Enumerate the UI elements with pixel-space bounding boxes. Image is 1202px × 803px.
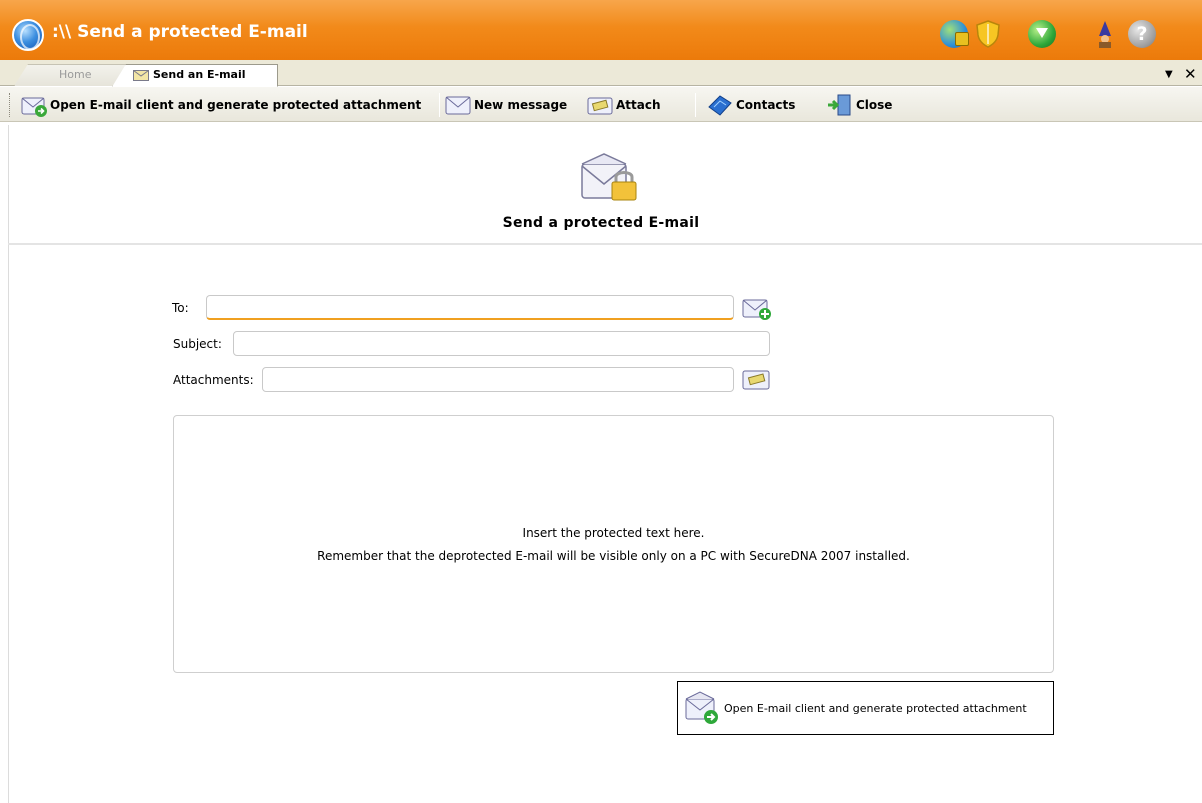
- new-message-button[interactable]: New message: [444, 91, 567, 119]
- contacts-book-icon: [708, 95, 732, 116]
- tab-send-email-label: Send an E-mail: [153, 68, 246, 81]
- tab-send-email[interactable]: Send an E-mail: [112, 64, 278, 87]
- title-bar: :\\ Send a protected E-mail ?: [0, 0, 1202, 60]
- envelope-icon: [445, 96, 471, 115]
- wizard-icon[interactable]: [1094, 20, 1116, 48]
- envelope-send-icon: [21, 97, 47, 117]
- toolbar-grip[interactable]: [9, 93, 12, 117]
- download-icon[interactable]: [1028, 20, 1056, 48]
- header-divider: [8, 243, 1202, 245]
- app-logo-icon: [12, 19, 44, 51]
- open-email-client-button[interactable]: Open E-mail client and generate protecte…: [20, 91, 421, 119]
- to-label: To:: [172, 301, 189, 315]
- attachments-label: Attachments:: [173, 373, 254, 387]
- page-title: Send a protected E-mail: [502, 215, 700, 231]
- shield-icon[interactable]: [975, 20, 1001, 48]
- subject-field[interactable]: [233, 331, 770, 356]
- add-contact-icon[interactable]: [741, 294, 773, 322]
- envelope-lock-icon: [581, 153, 637, 201]
- exit-door-icon: [828, 94, 851, 116]
- generate-protected-attachment-button[interactable]: Open E-mail client and generate protecte…: [677, 681, 1054, 735]
- attach-file-icon[interactable]: [741, 365, 773, 393]
- globe-lock-icon[interactable]: [940, 20, 969, 48]
- envelope-attach-icon: [587, 97, 613, 115]
- help-icon[interactable]: ?: [1128, 20, 1156, 48]
- tab-close-icon[interactable]: ✕: [1184, 65, 1197, 83]
- attachments-field[interactable]: [262, 367, 734, 392]
- contacts-button[interactable]: Contacts: [706, 91, 795, 119]
- editor-hint-line-1: Insert the protected text here.: [522, 526, 705, 540]
- to-field[interactable]: [206, 295, 734, 320]
- tab-home[interactable]: Home: [14, 64, 126, 86]
- window-title: :\\ Send a protected E-mail: [52, 22, 308, 42]
- attach-button[interactable]: Attach: [586, 91, 661, 119]
- tab-menu-icon[interactable]: ▼: [1165, 69, 1173, 80]
- subject-label: Subject:: [173, 337, 222, 351]
- close-button[interactable]: Close: [826, 91, 892, 119]
- editor-hint-line-2: Remember that the deprotected E-mail wil…: [317, 549, 910, 563]
- toolbar-separator: [439, 93, 440, 117]
- protected-text-editor[interactable]: Insert the protected text here. Remember…: [173, 415, 1054, 673]
- toolbar: Open E-mail client and generate protecte…: [0, 87, 1202, 122]
- envelope-send-icon: [685, 691, 718, 724]
- toolbar-separator: [695, 93, 696, 117]
- envelope-icon: [133, 70, 149, 81]
- tab-strip: Home Send an E-mail: [0, 60, 1202, 87]
